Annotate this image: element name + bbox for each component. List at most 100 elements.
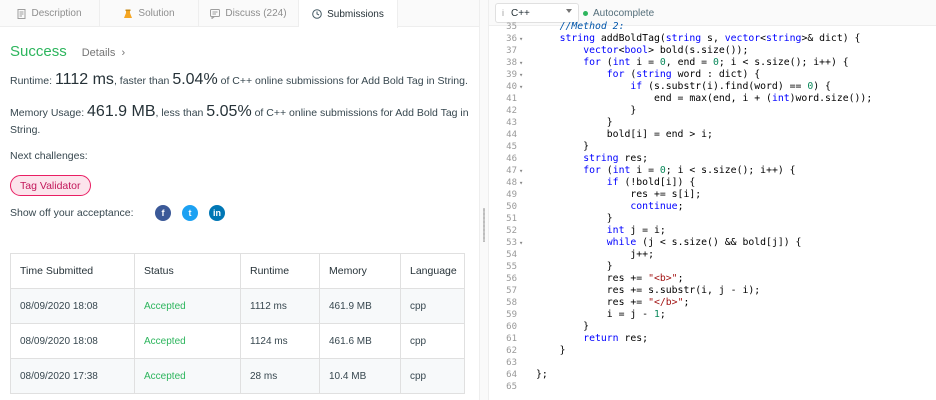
tab-solution[interactable]: Solution — [100, 0, 199, 27]
code-line[interactable]: 52 int j = i; — [489, 225, 936, 237]
header-time-submitted[interactable]: Time Submitted — [10, 253, 135, 289]
cell-status[interactable]: Accepted — [134, 323, 241, 359]
code-text: res += "</b>"; — [536, 297, 690, 308]
code-line[interactable]: 45 } — [489, 141, 936, 153]
code-line[interactable]: 60 } — [489, 321, 936, 333]
tab-label: Submissions — [327, 8, 384, 20]
line-number: 35 — [506, 22, 517, 32]
challenge-tag-validator[interactable]: Tag Validator — [10, 175, 91, 196]
runtime-prefix: Runtime: — [10, 75, 55, 87]
code-line[interactable]: 55 } — [489, 261, 936, 273]
fold-arrow-icon[interactable]: ▾ — [519, 177, 523, 189]
tab-description[interactable]: Description — [0, 0, 100, 27]
cell-memory: 461.6 MB — [319, 323, 401, 359]
code-text: }; — [536, 369, 548, 380]
code-area[interactable]: 35 //Method 2: 36 ▾ string addBoldTag(stri… — [489, 21, 936, 395]
tab-discuss[interactable]: Discuss (224) — [199, 0, 299, 27]
code-line[interactable]: 47 ▾ for (int i = 0; i < s.size(); i++) { — [489, 165, 936, 177]
code-line[interactable]: 56 res += "<b>"; — [489, 273, 936, 285]
language-select[interactable]: i C++ — [495, 3, 579, 23]
tab-bar: Description Solution Discuss (224) Submi… — [0, 0, 479, 28]
code-line[interactable]: 50 continue; — [489, 201, 936, 213]
code-line[interactable]: 57 res += s.substr(i, j - i); — [489, 285, 936, 297]
code-text: int j = i; — [606, 225, 666, 236]
tab-label: Solution — [138, 8, 175, 19]
table-row[interactable]: 08/09/2020 18:08 Accepted 1112 ms 461.9 … — [10, 288, 465, 324]
line-number: 38 — [506, 58, 517, 68]
runtime-value: 1112 ms — [54, 71, 114, 88]
code-line[interactable]: 54 j++; — [489, 249, 936, 261]
panel-splitter[interactable] — [479, 0, 489, 400]
clock-icon — [312, 9, 322, 19]
code-line[interactable]: 36 ▾ string addBoldTag(string s, vector<s… — [489, 33, 936, 45]
share-label: Show off your acceptance: — [10, 207, 134, 219]
autocomplete-label: Autocomplete — [593, 7, 655, 19]
linkedin-icon[interactable]: in — [209, 205, 225, 221]
header-runtime[interactable]: Runtime — [240, 253, 320, 289]
line-number: 50 — [506, 202, 517, 212]
code-editor-panel: i C++ Autocomplete 35 //Method 2: 36 ▾ str… — [489, 0, 936, 400]
code-line[interactable]: 64}; — [489, 369, 936, 381]
fold-arrow-icon[interactable]: ▾ — [519, 237, 523, 249]
fold-arrow-icon[interactable]: ▾ — [519, 33, 523, 45]
code-line[interactable]: 58 res += "</b>"; — [489, 297, 936, 309]
facebook-icon[interactable]: f — [155, 205, 171, 221]
code-line[interactable]: 35 //Method 2: — [489, 21, 936, 33]
code-line[interactable]: 38 ▾ for (int i = 0, end = 0; i < s.size(… — [489, 57, 936, 69]
autocomplete-toggle[interactable]: Autocomplete — [583, 3, 654, 23]
twitter-icon[interactable]: t — [182, 205, 198, 221]
code-line[interactable]: 51 } — [489, 213, 936, 225]
cell-status[interactable]: Accepted — [134, 288, 241, 324]
tab-submissions[interactable]: Submissions — [299, 0, 398, 28]
code-line[interactable]: 37 vector<bool> bold(s.size()); — [489, 45, 936, 57]
share-row: Show off your acceptance: f t in — [10, 205, 470, 221]
code-line[interactable]: 63 — [489, 357, 936, 369]
code-line[interactable]: 42 } — [489, 105, 936, 117]
chevron-down-icon — [566, 9, 572, 13]
cell-memory: 10.4 MB — [319, 358, 401, 394]
code-line[interactable]: 53 ▾ while (j < s.size() && bold[j]) { — [489, 237, 936, 249]
header-status[interactable]: Status — [134, 253, 241, 289]
cell-status[interactable]: Accepted — [134, 358, 241, 394]
code-line[interactable]: 62 } — [489, 345, 936, 357]
code-text: //Method 2: — [536, 21, 625, 32]
fold-arrow-icon[interactable]: ▾ — [519, 81, 523, 93]
table-row[interactable]: 08/09/2020 17:38 Accepted 28 ms 10.4 MB … — [10, 358, 465, 394]
code-text: i = j - 1; — [536, 309, 666, 320]
line-number: 63 — [506, 358, 517, 368]
code-text: continue; — [630, 201, 684, 212]
code-line[interactable]: 65 — [489, 381, 936, 393]
header-language[interactable]: Language — [400, 253, 465, 289]
details-link[interactable]: Details › — [82, 47, 125, 59]
details-label: Details — [81, 47, 116, 59]
code-line[interactable]: 49 res += s[i]; — [489, 189, 936, 201]
code-line[interactable]: 61 return res; — [489, 333, 936, 345]
table-row[interactable]: 08/09/2020 18:08 Accepted 1124 ms 461.6 … — [10, 323, 465, 359]
line-number: 56 — [506, 274, 517, 284]
header-memory[interactable]: Memory — [319, 253, 401, 289]
code-line[interactable]: 48 ▾ if (!bold[i]) { — [489, 177, 936, 189]
line-number: 48 — [506, 178, 517, 188]
code-line[interactable]: 41 end = max(end, i + (int)word.size()); — [489, 93, 936, 105]
code-line[interactable]: 39 ▾ for (string word : dict) { — [489, 69, 936, 81]
line-number: 58 — [506, 298, 517, 308]
flask-icon — [123, 9, 133, 19]
submissions-table: Time Submitted Status Runtime Memory Lan… — [10, 253, 465, 394]
code-line[interactable]: 43 } — [489, 117, 936, 129]
line-number: 36 — [506, 34, 517, 44]
code-line[interactable]: 44 bold[i] = end > i; — [489, 129, 936, 141]
runtime-percent: 5.04% — [172, 71, 218, 88]
line-number: 45 — [506, 142, 517, 152]
fold-arrow-icon[interactable]: ▾ — [519, 165, 523, 177]
code-line[interactable]: 40 ▾ if (s.substr(i).find(word) == 0) { — [489, 81, 936, 93]
code-line[interactable]: 46 string res; — [489, 153, 936, 165]
code-text: return res; — [583, 333, 649, 344]
code-text: bold[i] = end > i; — [536, 129, 713, 140]
code-text: } — [536, 105, 637, 116]
document-icon — [17, 8, 26, 19]
code-line[interactable]: 59 i = j - 1; — [489, 309, 936, 321]
line-number: 49 — [506, 190, 517, 200]
fold-arrow-icon[interactable]: ▾ — [519, 57, 523, 69]
fold-arrow-icon[interactable]: ▾ — [519, 69, 523, 81]
drag-handle-icon[interactable] — [483, 208, 485, 242]
